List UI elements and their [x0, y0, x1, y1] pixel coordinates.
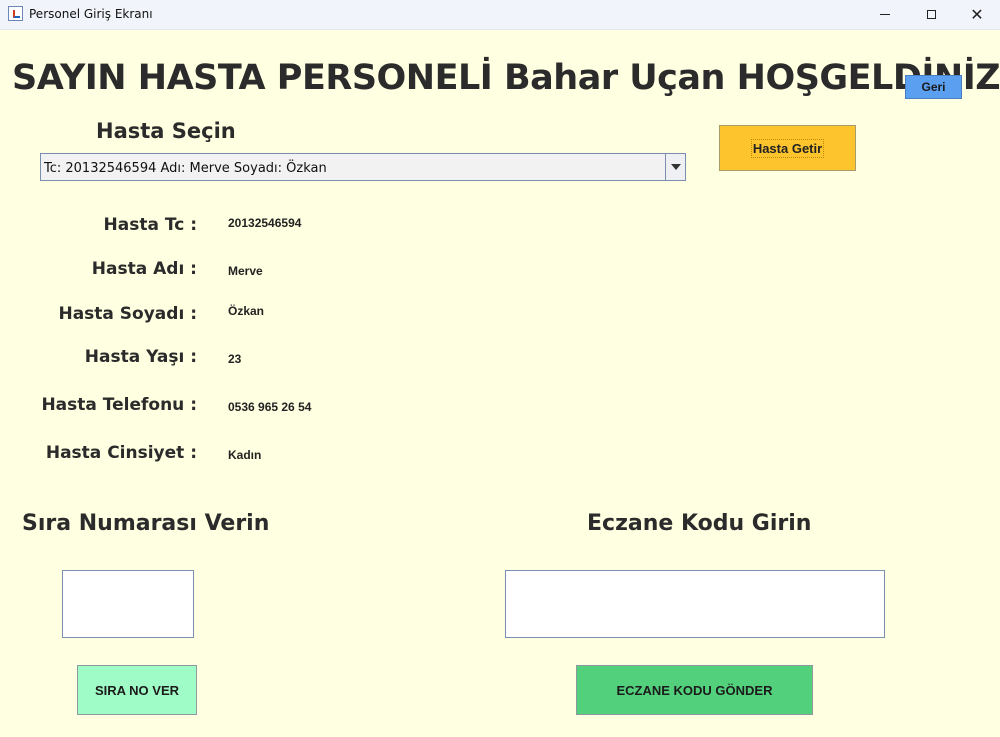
- pharmacy-code-title: Eczane Kodu Girin: [587, 511, 812, 536]
- window-title: Personel Giriş Ekranı: [29, 7, 153, 21]
- patient-tc-label: Hasta Tc :: [103, 215, 197, 235]
- patient-select-label: Hasta Seçin: [96, 119, 236, 143]
- patient-gender-value: Kadın: [228, 448, 262, 462]
- patient-age-label: Hasta Yaşı :: [84, 347, 197, 367]
- patient-surname-label: Hasta Soyadı :: [58, 304, 197, 324]
- close-icon: ✕: [970, 5, 984, 24]
- send-pharmacy-code-button[interactable]: ECZANE KODU GÖNDER: [576, 665, 813, 715]
- patient-phone-label: Hasta Telefonu :: [41, 395, 197, 415]
- minimize-icon: [880, 14, 890, 15]
- queue-number-input[interactable]: [62, 570, 194, 638]
- patient-surname-value: Özkan: [228, 304, 265, 318]
- fetch-patient-button-label: Hasta Getir: [750, 138, 825, 158]
- java-app-icon: [8, 6, 23, 21]
- back-button[interactable]: Geri: [905, 75, 962, 99]
- chevron-down-icon[interactable]: [665, 154, 685, 180]
- patient-phone-value: 0536 965 26 54: [228, 400, 312, 414]
- patient-name-value: Merve: [228, 264, 263, 278]
- patient-gender-label: Hasta Cinsiyet :: [45, 443, 197, 463]
- patient-combobox-value: Tc: 20132546594 Adı: Merve Soyadı: Özkan: [44, 161, 327, 176]
- fetch-patient-button[interactable]: Hasta Getir: [719, 125, 856, 171]
- maximize-button[interactable]: [908, 0, 954, 29]
- pharmacy-code-input[interactable]: [505, 570, 885, 638]
- patient-combobox[interactable]: Tc: 20132546594 Adı: Merve Soyadı: Özkan: [40, 153, 686, 181]
- title-bar: Personel Giriş Ekranı ✕: [0, 0, 1000, 30]
- maximize-icon: [926, 10, 936, 19]
- give-queue-number-button[interactable]: SIRA NO VER: [77, 665, 197, 715]
- patient-name-label: Hasta Adı :: [91, 259, 197, 279]
- minimize-button[interactable]: [862, 0, 908, 29]
- queue-number-title: Sıra Numarası Verin: [22, 511, 270, 536]
- close-button[interactable]: ✕: [954, 0, 1000, 29]
- welcome-heading: SAYIN HASTA PERSONELİ Bahar Uçan HOŞGELD…: [12, 58, 1000, 98]
- patient-age-value: 23: [228, 352, 242, 366]
- patient-tc-value: 20132546594: [228, 216, 302, 230]
